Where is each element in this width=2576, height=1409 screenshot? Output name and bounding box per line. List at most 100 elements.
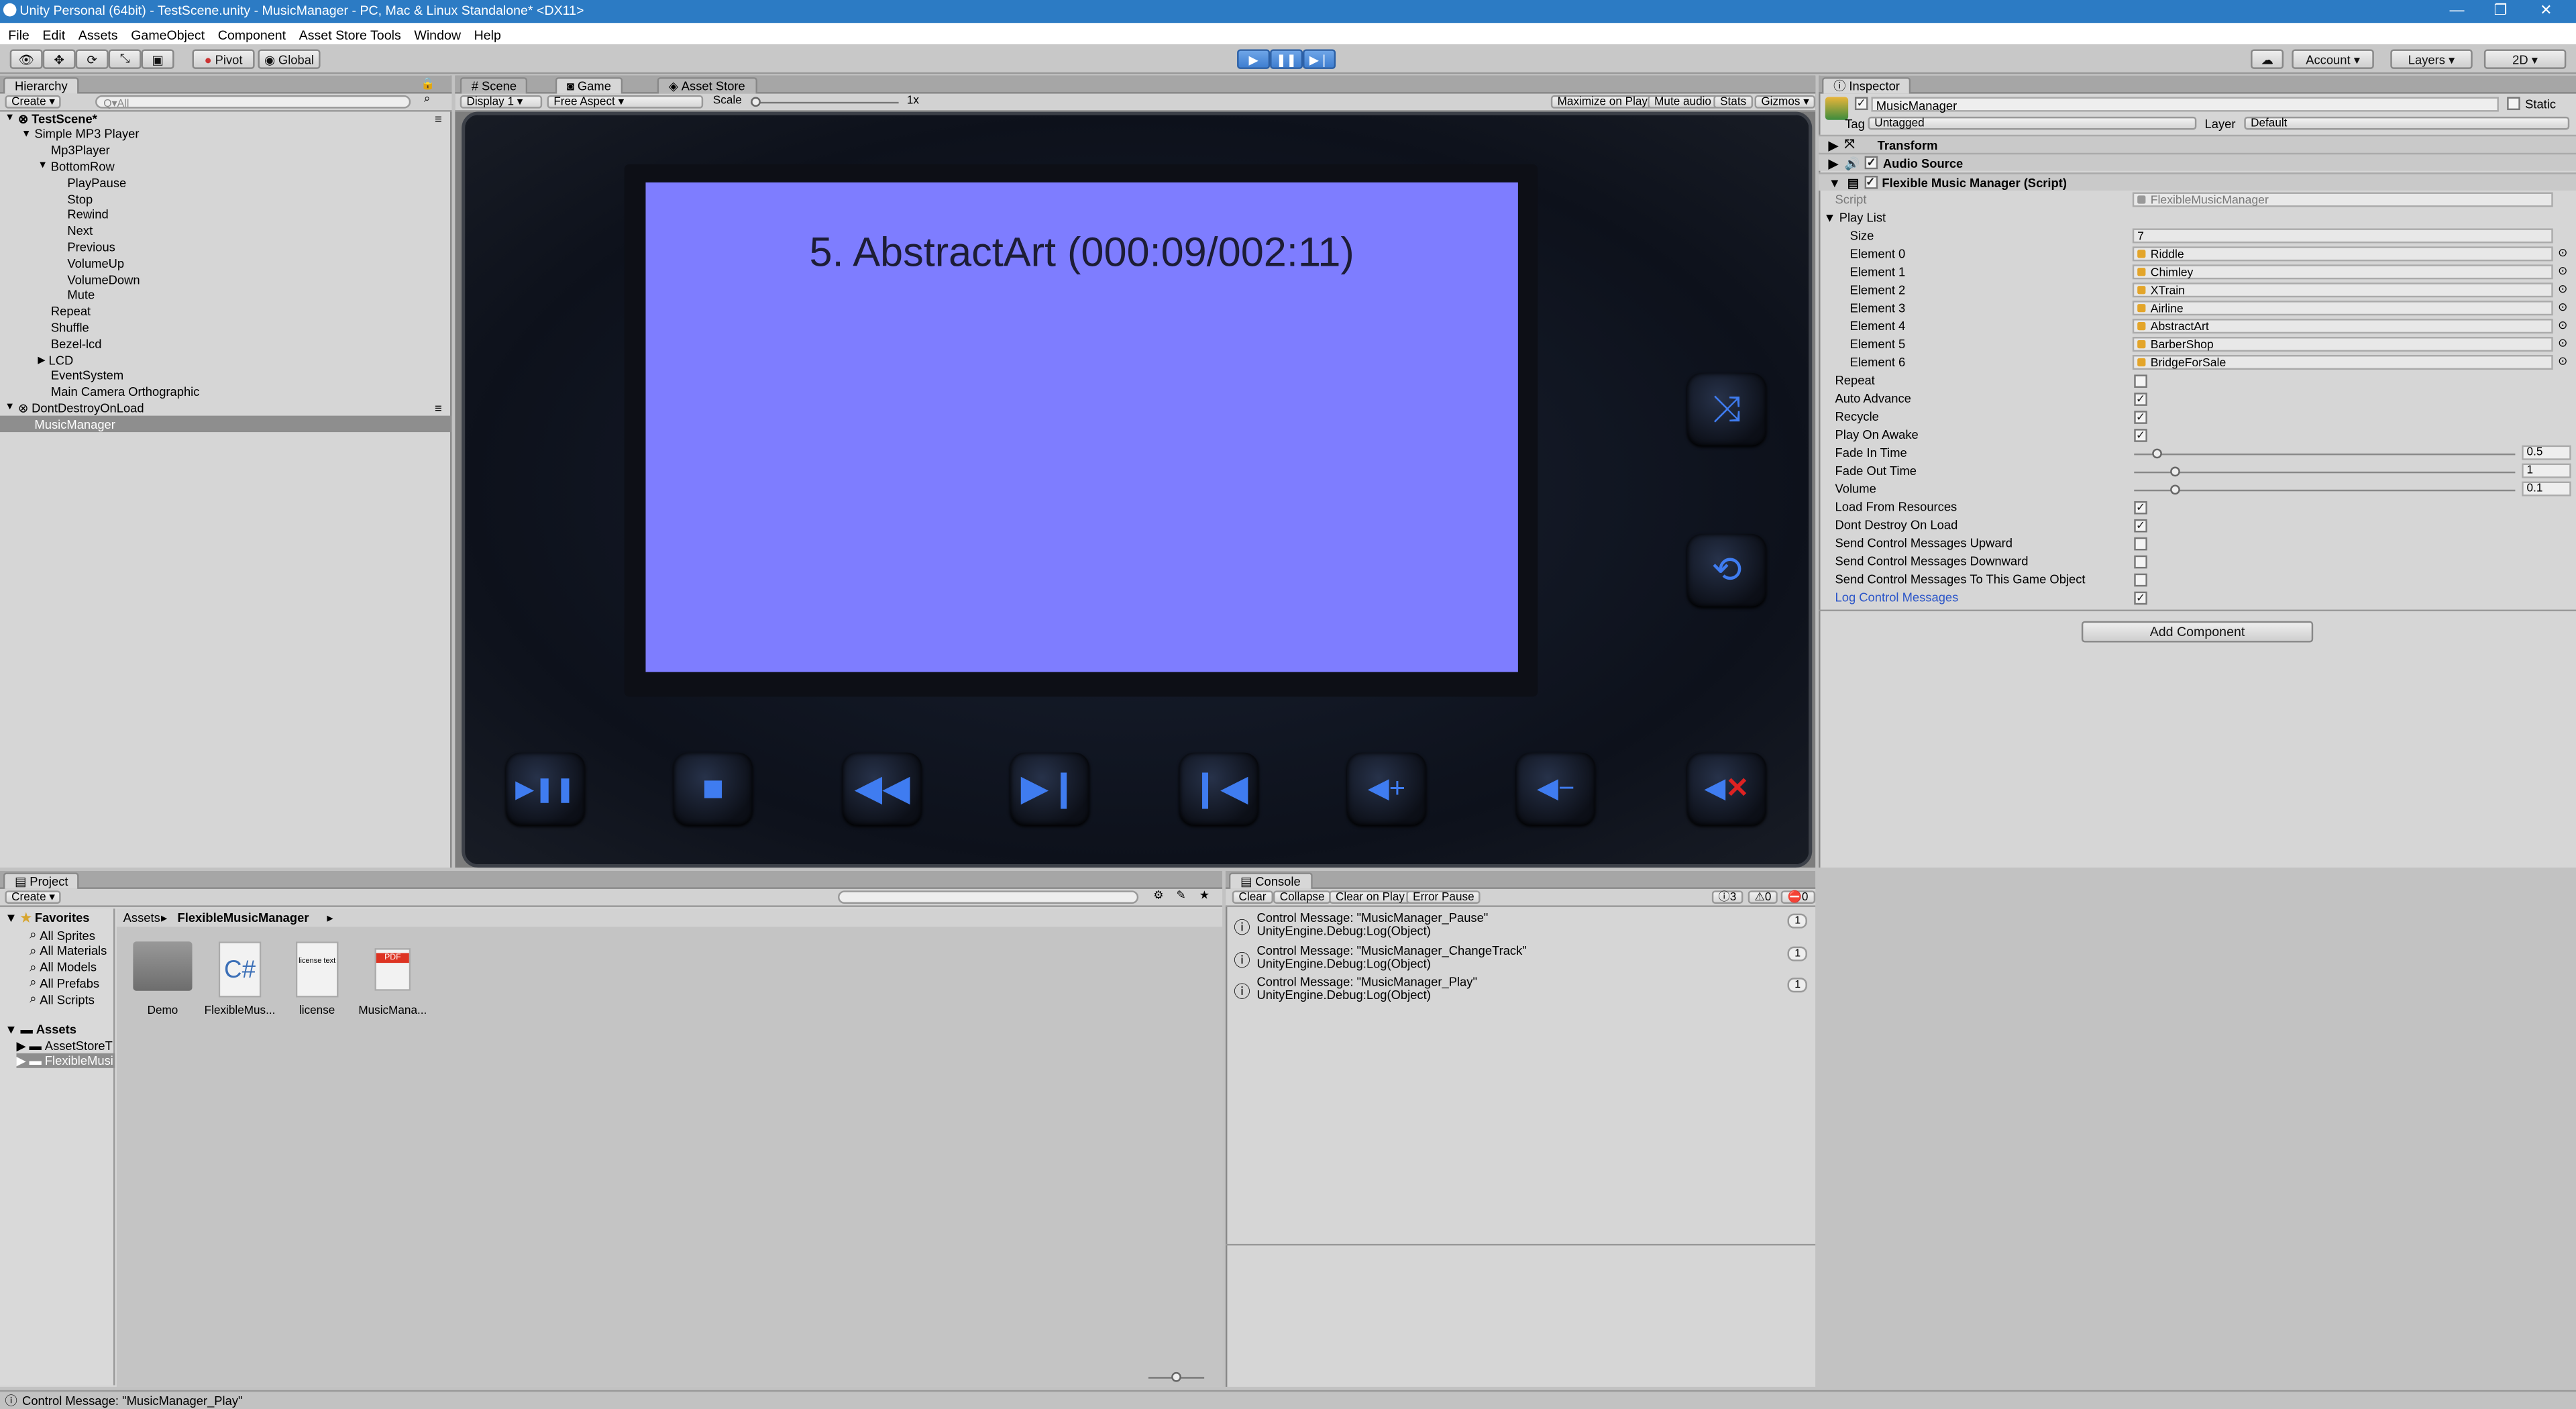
collapse-arrow-icon[interactable]: ▼ bbox=[21, 129, 32, 140]
object-picker-icon[interactable]: ⊙ bbox=[2558, 355, 2567, 368]
global-toggle[interactable]: ◉ Global bbox=[258, 49, 321, 69]
assets-header[interactable]: ▼ ▬ Assets bbox=[5, 1022, 76, 1037]
play-pause-button[interactable]: ▶❚❚ bbox=[506, 752, 585, 825]
hierarchy-item[interactable]: VolumeUp bbox=[0, 255, 451, 271]
log-messages-checkbox[interactable]: ✓ bbox=[2134, 591, 2147, 605]
icon-size-slider[interactable] bbox=[1148, 1371, 1205, 1382]
fade-in-value[interactable]: 0.5 bbox=[2522, 445, 2571, 460]
volume-value[interactable]: 0.1 bbox=[2522, 481, 2571, 497]
minimize-icon[interactable]: — bbox=[2449, 1, 2464, 17]
hierarchy-item[interactable]: Rewind bbox=[0, 207, 451, 223]
fade-out-slider[interactable] bbox=[2134, 466, 2516, 477]
recycle-checkbox[interactable]: ✓ bbox=[2134, 411, 2147, 424]
hierarchy-item[interactable]: Stop bbox=[0, 191, 451, 207]
hierarchy-item[interactable]: Mp3Player bbox=[0, 142, 451, 158]
asset-demo[interactable]: Demo bbox=[123, 941, 203, 1017]
tab-console[interactable]: ▤ Console bbox=[1228, 872, 1312, 889]
hierarchy-create-button[interactable]: Create ▾ bbox=[5, 95, 62, 109]
object-name-field[interactable]: MusicManager bbox=[1871, 97, 2499, 113]
asset-flexiblemusicmanager-script[interactable]: C# FlexibleMus... bbox=[201, 941, 280, 1017]
hierarchy-item[interactable]: Previous bbox=[0, 239, 451, 255]
menu-help[interactable]: Help bbox=[474, 25, 501, 43]
move-tool-icon[interactable]: ✥ bbox=[42, 49, 76, 69]
hand-tool-icon[interactable]: 👁 bbox=[9, 49, 43, 69]
tab-hierarchy[interactable]: Hierarchy bbox=[3, 77, 79, 94]
tab-scene[interactable]: # Scene bbox=[460, 77, 529, 94]
repeat-button[interactable]: ⟲ bbox=[1687, 533, 1766, 607]
play-button[interactable]: ▶ bbox=[1237, 49, 1271, 69]
menu-gameobject[interactable]: GameObject bbox=[131, 25, 205, 43]
shuffle-button[interactable]: ⤨ bbox=[1687, 372, 1766, 446]
hierarchy-item[interactable]: ▶ LCD bbox=[0, 352, 451, 368]
playlist-element-field[interactable]: AbstractArt bbox=[2132, 319, 2553, 334]
menu-asset-store-tools[interactable]: Asset Store Tools bbox=[299, 25, 401, 43]
collapse-arrow-icon[interactable]: ▼ bbox=[38, 162, 48, 172]
playlist-element-field[interactable]: Airline bbox=[2132, 301, 2553, 316]
tab-game[interactable]: ◙ Game bbox=[555, 77, 623, 94]
breadcrumb-assets[interactable]: Assets bbox=[123, 910, 160, 925]
lock-icon[interactable]: 🔒 bbox=[421, 77, 435, 91]
hierarchy-item[interactable]: Main Camera Orthographic bbox=[0, 384, 451, 400]
tab-project[interactable]: ▤ Project bbox=[3, 872, 80, 889]
stop-button[interactable]: ■ bbox=[674, 752, 753, 825]
maximize-on-play-toggle[interactable]: Maximize on Play bbox=[1550, 95, 1654, 109]
menu-edit[interactable]: Edit bbox=[42, 25, 65, 43]
collapse-arrow-icon[interactable]: ▼ bbox=[5, 113, 15, 123]
pivot-toggle[interactable]: ● Pivot bbox=[192, 49, 255, 69]
stats-toggle[interactable]: Stats bbox=[1713, 95, 1753, 109]
send-downward-checkbox[interactable] bbox=[2134, 555, 2147, 569]
filter-label-icon[interactable]: ✎ bbox=[1176, 889, 1185, 902]
hierarchy-item[interactable]: Bezel-lcd bbox=[0, 335, 451, 352]
hierarchy-item[interactable]: Repeat bbox=[0, 303, 451, 319]
auto-advance-checkbox[interactable]: ✓ bbox=[2134, 393, 2147, 406]
mute-button[interactable]: ◀✕ bbox=[1687, 752, 1766, 825]
send-self-checkbox[interactable] bbox=[2134, 573, 2147, 587]
volume-knob[interactable] bbox=[2170, 484, 2180, 495]
fade-out-value[interactable]: 1 bbox=[2522, 463, 2571, 478]
menu-component[interactable]: Component bbox=[218, 25, 286, 43]
asset-musicmanager-pdf[interactable]: PDF MusicMana... bbox=[354, 941, 433, 1017]
rect-tool-icon[interactable]: ▣ bbox=[141, 49, 174, 69]
component-flexible-music-manager[interactable]: ▼ ▤ ✓ Flexible Music Manager (Script) bbox=[1819, 172, 2576, 191]
project-create-button[interactable]: Create ▾ bbox=[5, 890, 62, 904]
collapse-arrow-icon[interactable]: ▼ bbox=[5, 403, 15, 413]
account-dropdown[interactable]: Account ▾ bbox=[2292, 49, 2374, 69]
layout-dropdown[interactable]: 2D ▾ bbox=[2483, 49, 2567, 69]
favorite-star-icon[interactable]: ★ bbox=[1199, 889, 1210, 902]
aspect-dropdown[interactable]: Free Aspect ▾ bbox=[547, 95, 704, 109]
playlist-foldout[interactable]: ▼ Play List bbox=[1823, 210, 1886, 225]
cloud-icon[interactable]: ☁ bbox=[2251, 49, 2284, 69]
playlist-element-field[interactable]: Chimley bbox=[2132, 264, 2553, 280]
script-enabled-checkbox[interactable]: ✓ bbox=[1864, 176, 1878, 189]
hierarchy-item[interactable]: ▼ Simple MP3 Player bbox=[0, 126, 451, 142]
favorite-item[interactable]: ⌕ All Scripts bbox=[30, 991, 95, 1007]
object-picker-icon[interactable]: ⊙ bbox=[2558, 337, 2567, 350]
info-count-toggle[interactable]: ⓘ 3 bbox=[1711, 890, 1743, 904]
rewind-button[interactable]: ◀◀ bbox=[843, 752, 922, 825]
search-options-icon[interactable]: ⌕ bbox=[424, 94, 431, 107]
console-clear-button[interactable]: Clear bbox=[1232, 890, 1273, 904]
playlist-element-field[interactable]: Riddle bbox=[2132, 246, 2553, 262]
project-search-input[interactable] bbox=[837, 890, 1139, 904]
hierarchy-item[interactable]: EventSystem bbox=[0, 368, 451, 384]
static-checkbox[interactable] bbox=[2507, 97, 2520, 111]
console-log-row[interactable]: ⓘ Control Message: "MusicManager_Play" Uni… bbox=[1227, 973, 1813, 1004]
object-picker-icon[interactable]: ⊙ bbox=[2558, 282, 2567, 296]
layers-dropdown[interactable]: Layers ▾ bbox=[2390, 49, 2473, 69]
tag-dropdown[interactable]: Untagged bbox=[1868, 116, 2197, 130]
icon-size-knob[interactable] bbox=[1171, 1371, 1181, 1382]
component-transform[interactable]: ▶ ⤧ Transform bbox=[1819, 134, 2576, 153]
send-upward-checkbox[interactable] bbox=[2134, 537, 2147, 551]
scene-menu-icon[interactable]: ≡ bbox=[435, 111, 442, 125]
expand-arrow-icon[interactable]: ▶ bbox=[38, 354, 45, 366]
folder-assetstore[interactable]: ▶ ▬ AssetStoreT bbox=[16, 1039, 112, 1053]
hierarchy-item[interactable]: VolumeDown bbox=[0, 271, 451, 287]
size-field[interactable]: 7 bbox=[2132, 228, 2553, 244]
step-button[interactable]: ▶❘ bbox=[1303, 49, 1336, 69]
favorite-item[interactable]: ⌕ All Materials bbox=[30, 943, 107, 959]
gizmos-dropdown[interactable]: Gizmos ▾ bbox=[1754, 95, 1816, 109]
hierarchy-item[interactable]: PlayPause bbox=[0, 174, 451, 191]
status-bar[interactable]: ⓘ Control Message: "MusicManager_Play" bbox=[0, 1390, 2576, 1409]
hierarchy-item[interactable]: Shuffle bbox=[0, 319, 451, 335]
dont-destroy-checkbox[interactable]: ✓ bbox=[2134, 519, 2147, 533]
